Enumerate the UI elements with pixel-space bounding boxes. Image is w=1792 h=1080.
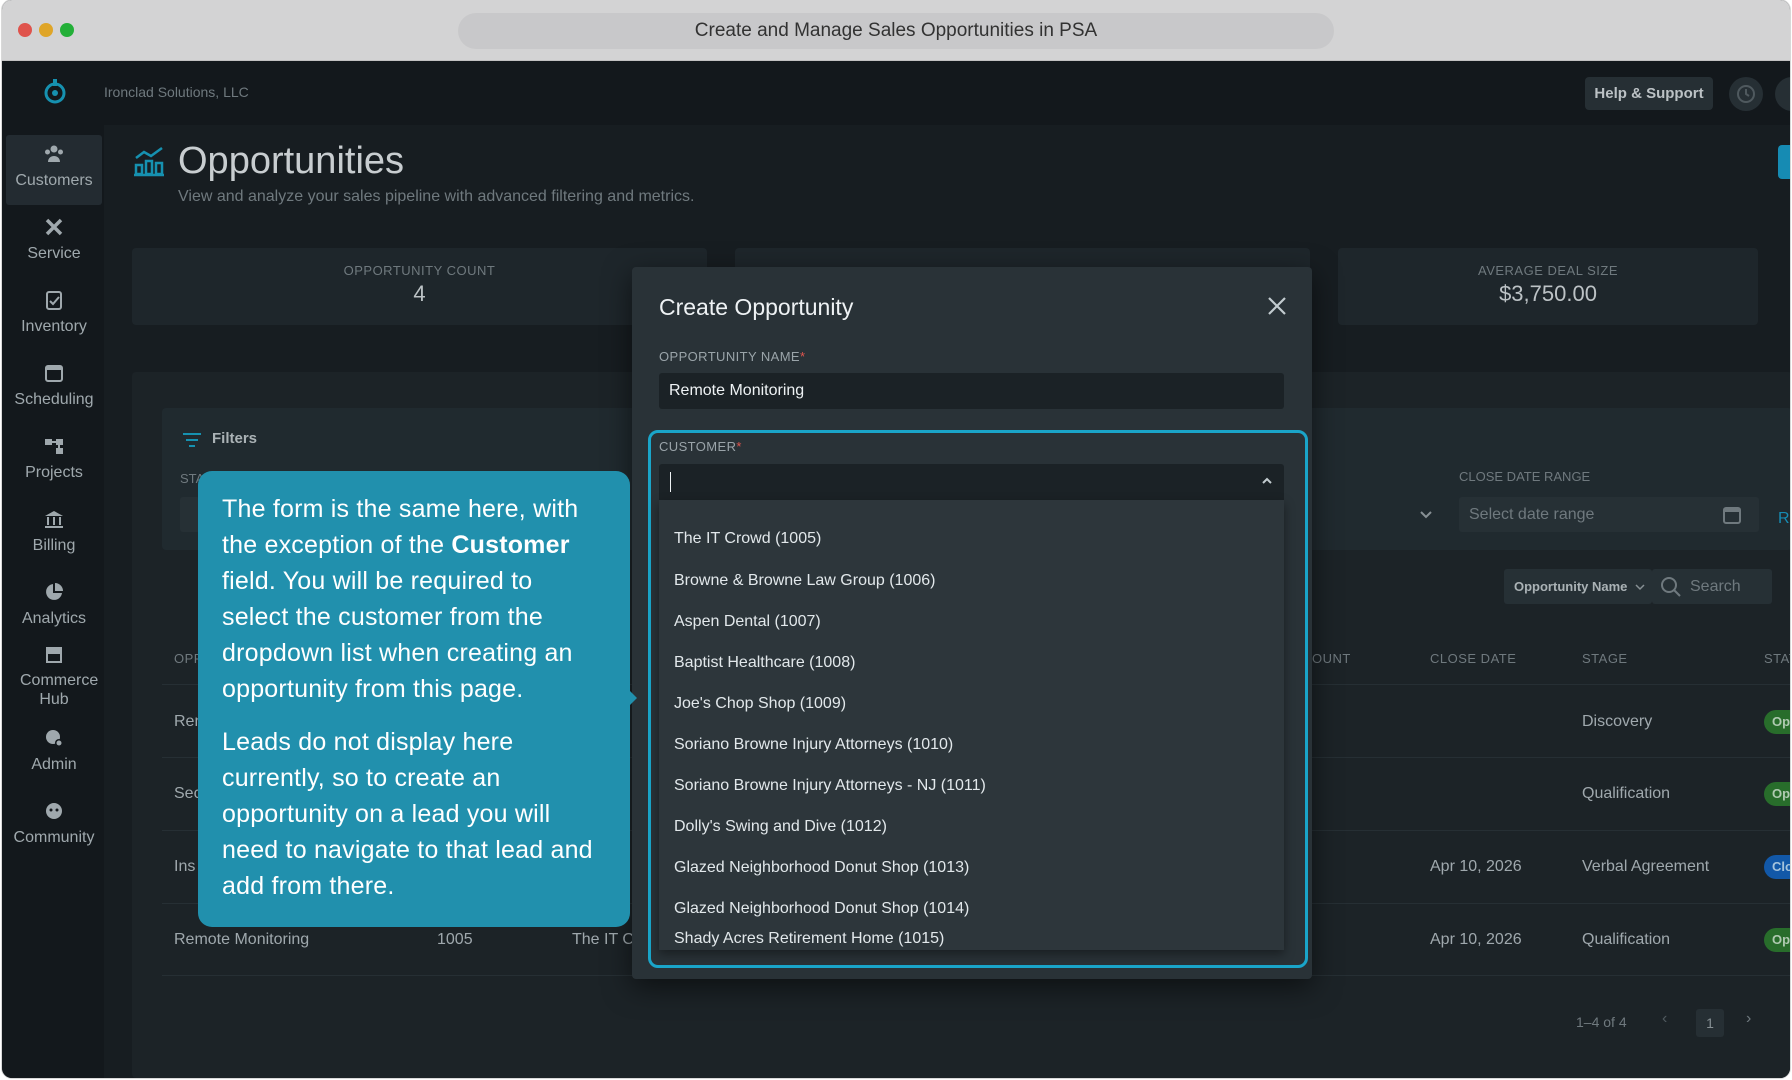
customer-option[interactable]: Glazed Neighborhood Donut Shop (1014) [674, 900, 969, 918]
callout-paragraph: Leads do not display here currently, so … [222, 728, 593, 900]
callout-paragraph: The form is the same here, with the exce… [222, 491, 606, 707]
required-mark: * [800, 349, 806, 364]
customer-option[interactable]: The IT Crowd (1005) [674, 530, 821, 548]
customer-input[interactable] [659, 464, 1284, 500]
callout-arrow [629, 690, 637, 706]
customer-option[interactable]: Baptist Healthcare (1008) [674, 654, 855, 672]
customer-option[interactable]: Shady Acres Retirement Home (1015) [674, 930, 944, 948]
customer-option[interactable]: Aspen Dental (1007) [674, 613, 821, 631]
required-mark: * [736, 439, 742, 454]
customer-dropdown [659, 500, 1284, 950]
customer-option[interactable]: Glazed Neighborhood Donut Shop (1013) [674, 859, 969, 877]
customer-option[interactable]: Soriano Browne Injury Attorneys (1010) [674, 736, 953, 754]
field-label-text: CUSTOMER [659, 439, 737, 454]
app-frame: Create and Manage Sales Opportunities in… [0, 0, 1792, 1080]
customer-option[interactable]: Dolly's Swing and Dive (1012) [674, 818, 887, 836]
text-caret [670, 472, 671, 492]
modal-title: Create Opportunity [659, 294, 854, 320]
tutorial-callout: The form is the same here, with the exce… [198, 471, 630, 927]
customer-option[interactable]: Browne & Browne Law Group (1006) [674, 572, 935, 590]
callout-bold-text: Customer [451, 531, 570, 559]
opportunity-name-label: OPPORTUNITY NAME* [659, 349, 805, 364]
browser-window: Create and Manage Sales Opportunities in… [2, 0, 1790, 1078]
customer-option[interactable]: Joe's Chop Shop (1009) [674, 695, 846, 713]
close-icon[interactable] [1264, 293, 1290, 319]
customer-option[interactable]: Soriano Browne Injury Attorneys - NJ (10… [674, 777, 986, 795]
chevron-up-icon[interactable] [1260, 474, 1274, 488]
customer-label: CUSTOMER* [659, 439, 742, 454]
opportunity-name-input[interactable]: Remote Monitoring [659, 373, 1284, 409]
callout-text: field. You will be required to select th… [222, 567, 573, 703]
field-label-text: OPPORTUNITY NAME [659, 349, 800, 364]
